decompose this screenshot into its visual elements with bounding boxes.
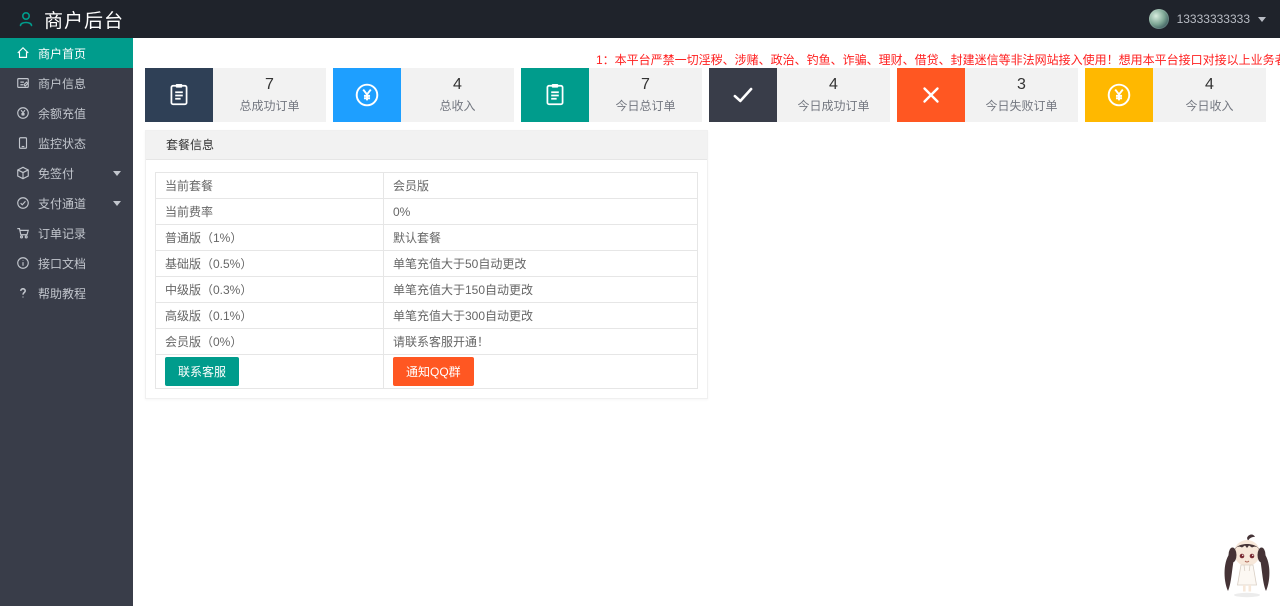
package-info-table: 当前套餐 会员版 当前费率 0% 普通版（1%） 默认套餐 基础版（0.5%） …: [155, 172, 698, 389]
sidebar-item-help[interactable]: 帮助教程: [0, 278, 133, 308]
contact-support-button[interactable]: 联系客服: [165, 357, 240, 386]
stat-cards-row: 7 总成功订单 4 总收入 7 今日总订单 4 今日成功订单 3 今日失败订单 …: [145, 68, 1266, 122]
avatar: [1148, 9, 1169, 29]
main-content: 1：本平台严禁一切淫秽、涉赌、政治、钓鱼、诈骗、理财、借贷、封建迷信等非法网站接…: [133, 38, 1280, 606]
stat-card-today-success-orders: 4 今日成功订单: [709, 68, 890, 122]
stat-value: 4: [1205, 76, 1214, 93]
check-icon: [709, 68, 777, 122]
stat-value: 4: [453, 76, 462, 93]
sidebar-item-orders[interactable]: 订单记录: [0, 218, 133, 248]
stat-value: 7: [641, 76, 650, 93]
check-circle-icon: [15, 196, 30, 211]
row-label: 高级版（0.1%）: [155, 302, 384, 329]
stat-value: 7: [265, 76, 274, 93]
cart-icon: [15, 226, 30, 241]
sidebar-item-label: 订单记录: [38, 226, 87, 241]
row-value: 会员版: [383, 172, 698, 199]
row-value: 0%: [383, 198, 698, 225]
sidebar: 商户首页 商户信息 余额充值 监控状态 免签付 支付通道 订单记录 接口文档 帮…: [0, 38, 133, 606]
package-icon: [15, 166, 30, 181]
clipboard-icon: [145, 68, 213, 122]
question-icon: [15, 286, 30, 301]
row-value: 单笔充值大于150自动更改: [383, 276, 698, 303]
row-value: 单笔充值大于300自动更改: [383, 302, 698, 329]
row-label: 当前费率: [155, 198, 384, 225]
person-icon: [19, 11, 33, 27]
panel-title: 套餐信息: [146, 131, 707, 160]
top-header: 商户后台 13333333333: [0, 0, 1280, 38]
sidebar-item-pay-channel[interactable]: 支付通道: [0, 188, 133, 218]
yen-badge-icon: [1085, 68, 1153, 122]
monitor-icon: [15, 136, 30, 151]
sidebar-item-label: 帮助教程: [38, 286, 87, 301]
stat-label: 总成功订单: [239, 99, 300, 113]
stat-label: 总收入: [439, 99, 476, 113]
row-label: 普通版（1%）: [155, 224, 384, 251]
clipboard-icon: [521, 68, 589, 122]
stat-card-total-success-orders: 7 总成功订单: [145, 68, 326, 122]
table-row: 当前费率 0%: [155, 198, 698, 225]
chevron-down-icon: [1258, 16, 1266, 22]
row-value: 单笔充值大于50自动更改: [383, 250, 698, 277]
home-icon: [15, 46, 30, 61]
sidebar-item-label: 监控状态: [38, 136, 87, 151]
sidebar-item-monitor[interactable]: 监控状态: [0, 128, 133, 158]
sidebar-item-home[interactable]: 商户首页: [0, 38, 133, 68]
stat-label: 今日总订单: [615, 99, 676, 113]
sidebar-item-label: 商户首页: [38, 46, 87, 61]
stat-label: 今日收入: [1185, 99, 1234, 113]
chevron-down-icon: [113, 200, 121, 206]
stat-card-total-income: 4 总收入: [333, 68, 514, 122]
table-row: 高级版（0.1%） 单笔充值大于300自动更改: [155, 302, 698, 329]
yen-circle-icon: [15, 106, 30, 121]
chevron-down-icon: [113, 170, 121, 176]
sidebar-item-merchant-info[interactable]: 商户信息: [0, 68, 133, 98]
stat-label: 今日成功订单: [797, 99, 870, 113]
stat-value: 3: [1017, 76, 1026, 93]
user-menu[interactable]: 13333333333: [1148, 0, 1266, 38]
user-phone: 13333333333: [1176, 12, 1250, 26]
sidebar-item-label: 商户信息: [38, 76, 87, 91]
mascot-image[interactable]: [1216, 532, 1278, 602]
row-value: 请联系客服开通！: [383, 328, 698, 355]
sidebar-item-api-docs[interactable]: 接口文档: [0, 248, 133, 278]
table-row: 会员版（0%） 请联系客服开通！: [155, 328, 698, 355]
sidebar-item-label: 余额充值: [38, 106, 87, 121]
row-label: 中级版（0.3%）: [155, 276, 384, 303]
app-title: 商户后台: [44, 10, 125, 32]
row-value: 默认套餐: [383, 224, 698, 251]
table-row: 中级版（0.3%） 单笔充值大于150自动更改: [155, 276, 698, 303]
row-label: 会员版（0%）: [155, 328, 384, 355]
x-icon: [897, 68, 965, 122]
app-logo[interactable]: 商户后台: [0, 6, 124, 33]
sidebar-item-recharge[interactable]: 余额充值: [0, 98, 133, 128]
table-row-actions: 联系客服 通知QQ群: [155, 354, 698, 389]
row-label: 基础版（0.5%）: [155, 250, 384, 277]
stat-label: 今日失败订单: [985, 99, 1058, 113]
stat-card-today-failed-orders: 3 今日失败订单: [897, 68, 1078, 122]
table-row: 基础版（0.5%） 单笔充值大于50自动更改: [155, 250, 698, 277]
row-label: 当前套餐: [155, 172, 384, 199]
warning-notice: 1：本平台严禁一切淫秽、涉赌、政治、钓鱼、诈骗、理财、借贷、封建迷信等非法网站接…: [596, 53, 1280, 67]
notify-qq-group-button[interactable]: 通知QQ群: [393, 357, 474, 386]
package-info-panel: 套餐信息 当前套餐 会员版 当前费率 0% 普通版（1%） 默认套餐 基础版（0…: [145, 130, 708, 399]
stat-card-today-income: 4 今日收入: [1085, 68, 1266, 122]
merchant-info-icon: [15, 76, 30, 91]
sidebar-item-nosign-pay[interactable]: 免签付: [0, 158, 133, 188]
info-circle-icon: [15, 256, 30, 271]
sidebar-item-label: 支付通道: [38, 196, 87, 211]
stat-value: 4: [829, 76, 838, 93]
yen-badge-icon: [333, 68, 401, 122]
table-row: 当前套餐 会员版: [155, 172, 698, 199]
sidebar-item-label: 免签付: [38, 166, 75, 181]
table-row: 普通版（1%） 默认套餐: [155, 224, 698, 251]
sidebar-item-label: 接口文档: [38, 256, 87, 271]
stat-card-today-total-orders: 7 今日总订单: [521, 68, 702, 122]
